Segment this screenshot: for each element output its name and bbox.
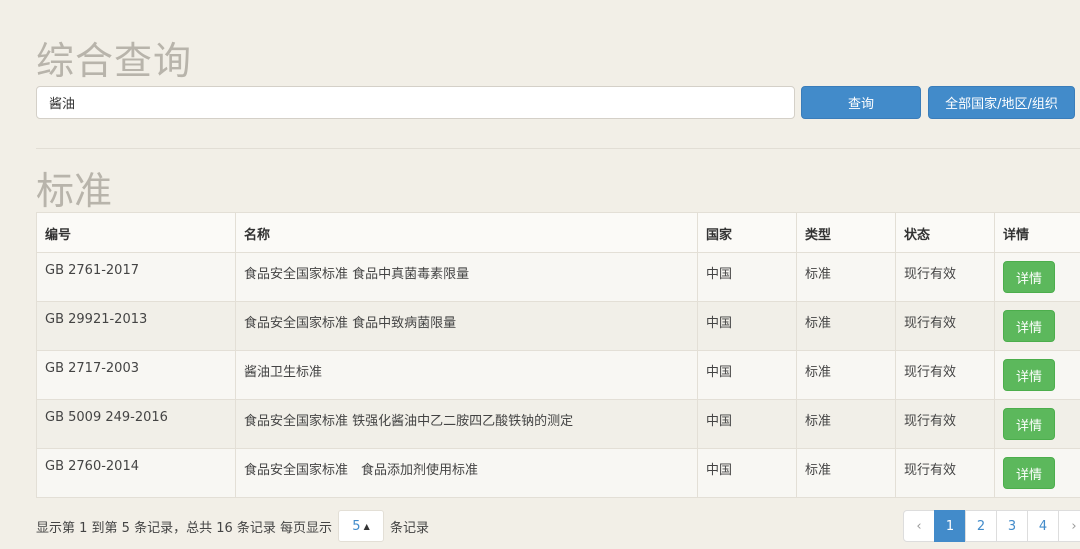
results-table: 编号 名称 国家 类型 状态 详情 GB 2761-2017 食品安全国家标准 … (36, 212, 1080, 498)
cell-country: 中国 (697, 448, 797, 498)
cell-detail: 详情 (994, 350, 1080, 400)
header-name: 名称 (235, 212, 698, 253)
cell-type: 标准 (796, 448, 896, 498)
page-button-2[interactable]: 2 (965, 510, 997, 542)
cell-detail: 详情 (994, 252, 1080, 302)
cell-type: 标准 (796, 399, 896, 449)
table-row: GB 2717-2003 酱油卫生标准 中国 标准 现行有效 详情 (36, 350, 1080, 400)
page-size-dropdown[interactable]: 5 ▲ (338, 510, 385, 542)
header-type: 类型 (796, 212, 896, 253)
cell-country: 中国 (697, 252, 797, 302)
header-status: 状态 (895, 212, 995, 253)
cell-country: 中国 (697, 301, 797, 351)
table-row: GB 5009 249-2016 食品安全国家标准 铁强化酱油中乙二胺四乙酸铁钠… (36, 399, 1080, 449)
cell-name: 食品安全国家标准 铁强化酱油中乙二胺四乙酸铁钠的测定 (235, 399, 698, 449)
cell-number: GB 2761-2017 (36, 252, 236, 302)
prev-page-button[interactable]: ‹ (903, 510, 935, 542)
divider (36, 148, 1080, 149)
cell-detail: 详情 (994, 399, 1080, 449)
cell-name: 食品安全国家标准 食品中致病菌限量 (235, 301, 698, 351)
detail-button[interactable]: 详情 (1003, 408, 1055, 440)
cell-country: 中国 (697, 399, 797, 449)
table-row: GB 29921-2013 食品安全国家标准 食品中致病菌限量 中国 标准 现行… (36, 301, 1080, 351)
cell-status: 现行有效 (895, 448, 995, 498)
cell-number: GB 29921-2013 (36, 301, 236, 351)
cell-type: 标准 (796, 252, 896, 302)
detail-button[interactable]: 详情 (1003, 261, 1055, 293)
page-button-1[interactable]: 1 (934, 510, 966, 542)
cell-number: GB 2760-2014 (36, 448, 236, 498)
query-button[interactable]: 查询 (801, 86, 921, 119)
cell-country: 中国 (697, 350, 797, 400)
header-detail: 详情 (994, 212, 1080, 253)
cell-detail: 详情 (994, 301, 1080, 351)
cell-status: 现行有效 (895, 252, 995, 302)
cell-status: 现行有效 (895, 301, 995, 351)
page-size-value: 5 (352, 518, 361, 534)
cell-name: 食品安全国家标准 食品添加剂使用标准 (235, 448, 698, 498)
records-summary: 显示第 1 到第 5 条记录，总共 16 条记录 每页显示 (36, 520, 333, 536)
header-number: 编号 (36, 212, 236, 253)
section-title: 标准 (36, 169, 113, 213)
page-button-3[interactable]: 3 (996, 510, 1028, 542)
records-suffix: 条记录 (390, 520, 430, 536)
detail-button[interactable]: 详情 (1003, 359, 1055, 391)
table-header-row: 编号 名称 国家 类型 状态 详情 (36, 212, 1080, 253)
caret-up-icon: ▲ (363, 521, 370, 531)
cell-type: 标准 (796, 301, 896, 351)
page-title: 综合查询 (36, 39, 193, 83)
table-row: GB 2761-2017 食品安全国家标准 食品中真菌毒素限量 中国 标准 现行… (36, 252, 1080, 302)
cell-name: 酱油卫生标准 (235, 350, 698, 400)
cell-detail: 详情 (994, 448, 1080, 498)
cell-name: 食品安全国家标准 食品中真菌毒素限量 (235, 252, 698, 302)
cell-number: GB 5009 249-2016 (36, 399, 236, 449)
scope-button[interactable]: 全部国家/地区/组织 (928, 86, 1075, 119)
table-row: GB 2760-2014 食品安全国家标准 食品添加剂使用标准 中国 标准 现行… (36, 448, 1080, 498)
header-country: 国家 (697, 212, 797, 253)
page-button-4[interactable]: 4 (1027, 510, 1059, 542)
pagination-info: 显示第 1 到第 5 条记录，总共 16 条记录 每页显示 5 ▲ 条记录 (36, 510, 429, 542)
cell-number: GB 2717-2003 (36, 350, 236, 400)
detail-button[interactable]: 详情 (1003, 310, 1055, 342)
cell-status: 现行有效 (895, 350, 995, 400)
cell-type: 标准 (796, 350, 896, 400)
cell-status: 现行有效 (895, 399, 995, 449)
pagination: ‹ 1 2 3 4 › (903, 510, 1080, 542)
results-table-container: 编号 名称 国家 类型 状态 详情 GB 2761-2017 食品安全国家标准 … (36, 212, 1080, 498)
next-page-button[interactable]: › (1058, 510, 1080, 542)
detail-button[interactable]: 详情 (1003, 457, 1055, 489)
search-input[interactable] (36, 86, 795, 119)
